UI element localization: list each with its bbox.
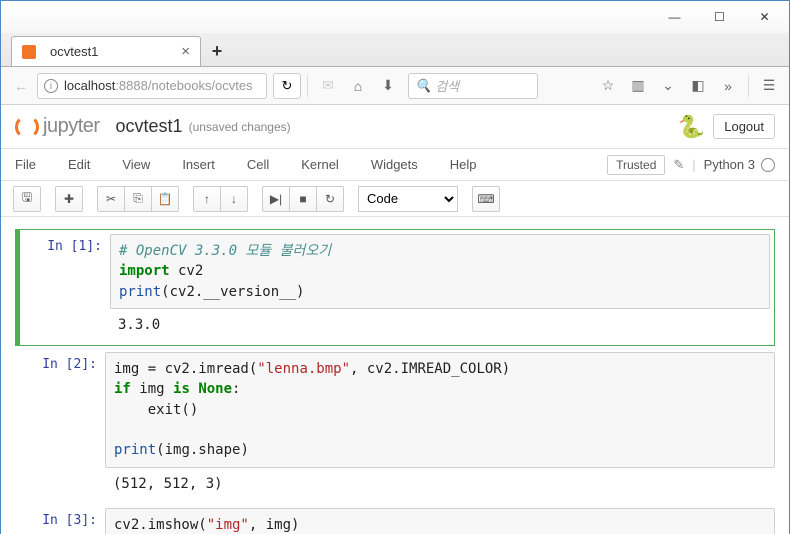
pocket-button[interactable]: ⌄ bbox=[654, 72, 682, 100]
cell-output: (512, 512, 3) bbox=[105, 468, 775, 500]
trusted-indicator[interactable]: Trusted bbox=[607, 155, 665, 175]
cut-button[interactable]: ✂ bbox=[97, 186, 125, 212]
search-input[interactable]: 🔍 검색 bbox=[408, 73, 538, 99]
notebook-name[interactable]: ocvtest1 bbox=[116, 116, 183, 137]
menu-edit[interactable]: Edit bbox=[68, 153, 106, 176]
copy-button[interactable]: ⎘ bbox=[124, 186, 152, 212]
url-text: localhost:8888/notebooks/ocvtes bbox=[64, 78, 253, 93]
kernel-indicator[interactable]: Python 3 bbox=[704, 157, 775, 172]
jupyter-header: jupyter ocvtest1 (unsaved changes) 🐍 Log… bbox=[1, 105, 789, 149]
library-button[interactable]: ▥ bbox=[624, 72, 652, 100]
code-input[interactable]: img = cv2.imread("lenna.bmp", cv2.IMREAD… bbox=[105, 352, 775, 467]
python-logo-icon: 🐍 bbox=[678, 114, 705, 140]
command-palette-button[interactable]: ⌨ bbox=[472, 186, 500, 212]
browser-tab-strip: ocvtest1 × + bbox=[1, 33, 789, 67]
jupyter-menubar: File Edit View Insert Cell Kernel Widget… bbox=[1, 149, 789, 181]
menu-insert[interactable]: Insert bbox=[182, 153, 231, 176]
window-titlebar: — ☐ ✕ bbox=[1, 1, 789, 33]
run-button[interactable]: ▶| bbox=[262, 186, 290, 212]
menu-kernel[interactable]: Kernel bbox=[301, 153, 355, 176]
bookmark-button[interactable]: ☆ bbox=[594, 72, 622, 100]
paste-button[interactable]: 📋 bbox=[151, 186, 179, 212]
input-prompt: In [3]: bbox=[15, 508, 105, 534]
code-cell[interactable]: In [1]: # OpenCV 3.3.0 모듈 불러오기 import cv… bbox=[15, 229, 775, 346]
logout-button[interactable]: Logout bbox=[713, 114, 775, 139]
jupyter-logo-text: jupyter bbox=[43, 115, 100, 138]
cell-type-select[interactable]: Code bbox=[358, 186, 458, 212]
home-button[interactable]: ⌂ bbox=[344, 72, 372, 100]
url-input[interactable]: i localhost:8888/notebooks/ocvtes bbox=[37, 73, 267, 99]
menu-file[interactable]: File bbox=[15, 153, 52, 176]
save-button[interactable]: 🖫 bbox=[13, 186, 41, 212]
menu-view[interactable]: View bbox=[122, 153, 166, 176]
hamburger-menu-button[interactable]: ☰ bbox=[755, 72, 783, 100]
notebook-container[interactable]: In [1]: # OpenCV 3.3.0 모듈 불러오기 import cv… bbox=[1, 217, 789, 534]
kernel-status-icon bbox=[761, 158, 775, 172]
input-prompt: In [1]: bbox=[20, 234, 110, 309]
sidebar-button[interactable]: ◧ bbox=[684, 72, 712, 100]
interrupt-button[interactable]: ■ bbox=[289, 186, 317, 212]
menu-help[interactable]: Help bbox=[450, 153, 493, 176]
jupyter-toolbar: 🖫 ✚ ✂ ⎘ 📋 ↑ ↓ ▶| ■ ↻ Code ⌨ bbox=[1, 181, 789, 217]
site-info-icon[interactable]: i bbox=[44, 79, 58, 93]
new-tab-button[interactable]: + bbox=[201, 36, 233, 66]
menu-widgets[interactable]: Widgets bbox=[371, 153, 434, 176]
code-input[interactable]: cv2.imshow("img", img) cv2.waitKey(0) cv… bbox=[105, 508, 775, 534]
move-down-button[interactable]: ↓ bbox=[220, 186, 248, 212]
output-prompt bbox=[15, 468, 105, 500]
downloads-button[interactable]: ⬇ bbox=[374, 72, 402, 100]
cell-output: 3.3.0 bbox=[110, 309, 770, 341]
search-icon: 🔍 bbox=[415, 78, 431, 94]
disabled-send-icon: ✉ bbox=[314, 72, 342, 100]
menu-cell[interactable]: Cell bbox=[247, 153, 285, 176]
reload-button[interactable]: ↻ bbox=[273, 73, 301, 99]
overflow-button[interactable]: » bbox=[714, 72, 742, 100]
browser-address-bar: ← i localhost:8888/notebooks/ocvtes ↻ ✉ … bbox=[1, 67, 789, 105]
window-minimize-button[interactable]: — bbox=[652, 3, 697, 31]
search-placeholder: 검색 bbox=[435, 76, 459, 95]
move-up-button[interactable]: ↑ bbox=[193, 186, 221, 212]
tab-title: ocvtest1 bbox=[50, 44, 167, 59]
window-maximize-button[interactable]: ☐ bbox=[697, 3, 742, 31]
kernel-name: Python 3 bbox=[704, 157, 755, 172]
jupyter-favicon bbox=[22, 45, 36, 59]
jupyter-logo-icon bbox=[15, 115, 39, 139]
back-button[interactable]: ← bbox=[7, 72, 35, 100]
code-input[interactable]: # OpenCV 3.3.0 모듈 불러오기 import cv2 print(… bbox=[110, 234, 770, 309]
browser-tab[interactable]: ocvtest1 × bbox=[11, 36, 201, 66]
code-cell[interactable]: In [2]: img = cv2.imread("lenna.bmp", cv… bbox=[15, 350, 775, 502]
code-cell[interactable]: In [3]: cv2.imshow("img", img) cv2.waitK… bbox=[15, 506, 775, 534]
jupyter-logo[interactable]: jupyter bbox=[15, 115, 100, 139]
save-status: (unsaved changes) bbox=[189, 120, 291, 134]
edit-icon[interactable]: ✎ bbox=[673, 157, 684, 173]
input-prompt: In [2]: bbox=[15, 352, 105, 467]
tab-close-icon[interactable]: × bbox=[181, 43, 190, 60]
output-prompt bbox=[20, 309, 110, 341]
insert-cell-button[interactable]: ✚ bbox=[55, 186, 83, 212]
restart-button[interactable]: ↻ bbox=[316, 186, 344, 212]
window-close-button[interactable]: ✕ bbox=[742, 3, 787, 31]
